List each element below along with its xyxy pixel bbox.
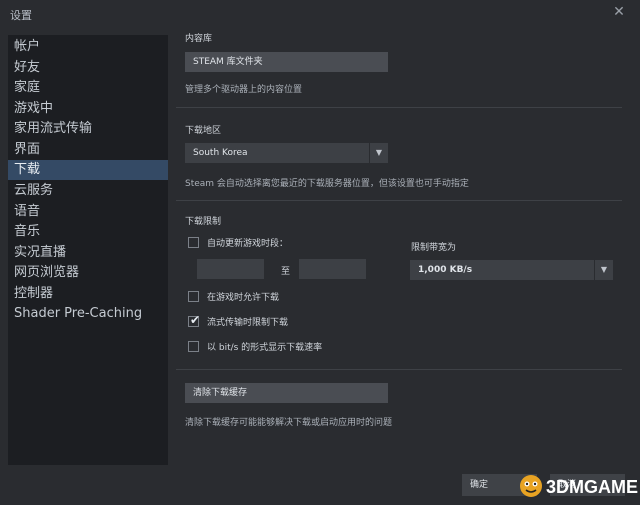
allow-during-game-label: 在游戏时允许下载 — [207, 293, 280, 303]
divider — [176, 107, 622, 108]
sidebar-item-family[interactable]: 家庭 — [8, 78, 168, 98]
chevron-down-icon[interactable]: ▼ — [369, 143, 388, 163]
auto-update-start-input[interactable] — [197, 259, 264, 279]
content-library-description: 管理多个驱动器上的内容位置 — [185, 85, 303, 95]
sidebar-item-controller[interactable]: 控制器 — [8, 284, 168, 304]
steam-library-folders-button[interactable]: STEAM 库文件夹 — [185, 52, 388, 72]
to-label: 至 — [281, 267, 291, 277]
sidebar-item-web-browser[interactable]: 网页浏览器 — [8, 263, 168, 283]
watermark-logo-icon — [520, 475, 542, 497]
allow-during-game-checkbox[interactable] — [188, 291, 199, 302]
watermark-text: 3DMGAME — [546, 477, 639, 497]
bandwidth-limit-value: 1,000 KB/s — [418, 265, 473, 275]
settings-panel: 内容库 STEAM 库文件夹 管理多个驱动器上的内容位置 下载地区 South … — [169, 34, 632, 465]
auto-update-label: 自动更新游戏时段： — [207, 239, 289, 249]
download-region-description: Steam 会自动选择离您最近的下载服务器位置，但该设置也可手动指定 — [185, 179, 469, 189]
sidebar-item-music[interactable]: 音乐 — [8, 222, 168, 242]
download-region-dropdown[interactable]: South Korea ▼ — [185, 143, 388, 163]
sidebar-item-voice[interactable]: 语音 — [8, 202, 168, 222]
throttle-streaming-label: 流式传输时限制下载 — [207, 318, 289, 328]
show-bits-checkbox[interactable] — [188, 341, 199, 352]
bandwidth-limit-label: 限制带宽为 — [411, 243, 457, 253]
divider — [176, 200, 622, 201]
content-library-heading: 内容库 — [185, 34, 213, 44]
sidebar: 帐户 好友 家庭 游戏中 家用流式传输 界面 下载 云服务 语音 音乐 实况直播… — [8, 35, 168, 465]
auto-update-checkbox[interactable] — [188, 237, 199, 248]
throttle-streaming-checkbox[interactable]: ✔ — [188, 313, 201, 327]
watermark: 3DMGAME — [514, 471, 638, 501]
chevron-down-icon[interactable]: ▼ — [594, 260, 613, 280]
clear-download-cache-button[interactable]: 清除下载缓存 — [185, 383, 388, 403]
sidebar-item-home-streaming[interactable]: 家用流式传输 — [8, 119, 168, 139]
close-icon[interactable]: ✕ — [611, 4, 627, 20]
show-bits-label: 以 bit/s 的形式显示下载速率 — [207, 343, 323, 353]
sidebar-item-broadcasting[interactable]: 实况直播 — [8, 243, 168, 263]
divider — [176, 369, 622, 370]
clear-download-cache-description: 清除下载缓存可能能够解决下载或启动应用时的问题 — [185, 418, 393, 428]
download-restrictions-heading: 下载限制 — [185, 217, 222, 227]
window-title: 设置 — [10, 9, 32, 22]
sidebar-item-interface[interactable]: 界面 — [8, 140, 168, 160]
bandwidth-limit-dropdown[interactable]: 1,000 KB/s ▼ — [410, 260, 613, 280]
download-region-heading: 下载地区 — [185, 126, 222, 136]
sidebar-item-in-game[interactable]: 游戏中 — [8, 99, 168, 119]
sidebar-item-cloud[interactable]: 云服务 — [8, 181, 168, 201]
sidebar-item-account[interactable]: 帐户 — [8, 37, 168, 57]
sidebar-item-friends[interactable]: 好友 — [8, 58, 168, 78]
sidebar-item-shader-pre-caching[interactable]: Shader Pre-Caching — [8, 304, 168, 324]
auto-update-end-input[interactable] — [299, 259, 366, 279]
sidebar-item-downloads[interactable]: 下载 — [8, 160, 168, 180]
download-region-value: South Korea — [193, 148, 248, 158]
checkmark-icon: ✔ — [190, 313, 201, 327]
title-bar: 设置 ✕ — [0, 0, 640, 30]
